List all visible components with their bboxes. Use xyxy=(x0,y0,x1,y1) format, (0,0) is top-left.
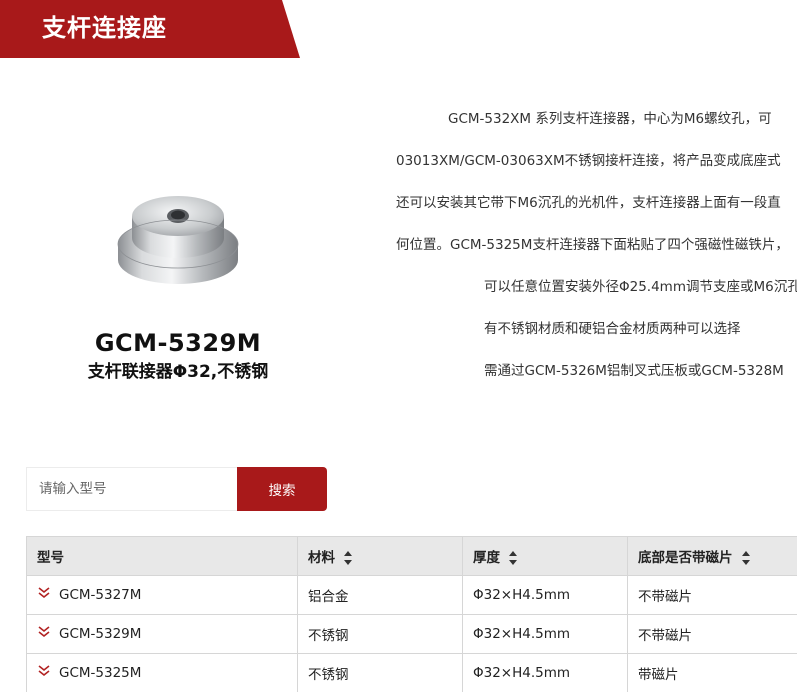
search-input[interactable] xyxy=(26,467,238,511)
page-title: 支杆连接座 xyxy=(42,14,167,42)
cell-material: 不锈钢 xyxy=(297,614,463,654)
search-button[interactable]: 搜索 xyxy=(237,467,327,511)
cell-material: 铝合金 xyxy=(297,575,463,615)
description-line: 有不锈钢材质和硬铝合金材质两种可以选择 xyxy=(484,321,741,337)
column-header-label: 材料 xyxy=(308,550,335,566)
cell-model[interactable]: GCM-5327M xyxy=(26,575,298,615)
product-model: GCM-5329M xyxy=(94,329,262,357)
sort-icon[interactable] xyxy=(508,550,518,566)
column-header-material[interactable]: 材料 xyxy=(297,536,463,576)
column-header-magnet[interactable]: 底部是否带磁片 xyxy=(627,536,797,576)
description-line: 03013XM/GCM-03063XM不锈钢接杆连接，将产品变成底座式 xyxy=(396,153,781,169)
cell-material: 不锈钢 xyxy=(297,653,463,692)
column-header-label: 型号 xyxy=(37,550,64,566)
description-line: GCM-532XM 系列支杆连接器，中心为M6螺纹孔，可 xyxy=(448,111,772,127)
table-header-row: 型号 材料 厚度 底部是否带磁片 xyxy=(26,536,797,576)
cell-magnet: 不带磁片 xyxy=(627,575,797,615)
chevron-down-double-icon[interactable] xyxy=(37,665,51,681)
cell-thickness: Φ32×H4.5mm xyxy=(462,614,628,654)
product-description: GCM-532XM 系列支杆连接器，中心为M6螺纹孔，可 03013XM/GCM… xyxy=(396,0,797,400)
column-header-model[interactable]: 型号 xyxy=(26,536,298,576)
column-header-label: 厚度 xyxy=(473,550,500,566)
description-line: 还可以安装其它带下M6沉孔的光机件，支杆连接器上面有一段直 xyxy=(396,195,781,211)
chevron-down-double-icon[interactable] xyxy=(37,587,51,603)
cell-magnet: 不带磁片 xyxy=(627,614,797,654)
table-row[interactable]: GCM-5329M 不锈钢 Φ32×H4.5mm 不带磁片 xyxy=(26,614,797,654)
cell-thickness: Φ32×H4.5mm xyxy=(462,653,628,692)
model-table: 型号 材料 厚度 底部是否带磁片 GCM-5327M 铝合金 Φ32×H4.5m… xyxy=(26,536,797,692)
table-row[interactable]: GCM-5327M 铝合金 Φ32×H4.5mm 不带磁片 xyxy=(26,575,797,615)
sort-icon[interactable] xyxy=(343,550,353,566)
description-line: 何位置。GCM-5325M支杆连接器下面粘贴了四个强磁性磁铁片， xyxy=(396,237,789,253)
model-value: GCM-5329M xyxy=(59,626,142,642)
sort-icon[interactable] xyxy=(741,550,751,566)
cell-magnet: 带磁片 xyxy=(627,653,797,692)
table-row[interactable]: GCM-5325M 不锈钢 Φ32×H4.5mm 带磁片 xyxy=(26,653,797,692)
description-line: 需通过GCM-5326M铝制叉式压板或GCM-5328M xyxy=(484,363,784,379)
column-header-label: 底部是否带磁片 xyxy=(638,550,733,566)
cell-model[interactable]: GCM-5329M xyxy=(26,614,298,654)
product-image xyxy=(117,196,239,284)
description-line: 可以任意位置安装外径Φ25.4mm调节支座或M6沉孔 xyxy=(484,279,797,295)
product-name: 支杆联接器Φ32,不锈钢 xyxy=(87,362,269,382)
cell-model[interactable]: GCM-5325M xyxy=(26,653,298,692)
chevron-down-double-icon[interactable] xyxy=(37,626,51,642)
column-header-thickness[interactable]: 厚度 xyxy=(462,536,628,576)
cell-thickness: Φ32×H4.5mm xyxy=(462,575,628,615)
model-value: GCM-5327M xyxy=(59,587,142,603)
model-value: GCM-5325M xyxy=(59,665,142,681)
